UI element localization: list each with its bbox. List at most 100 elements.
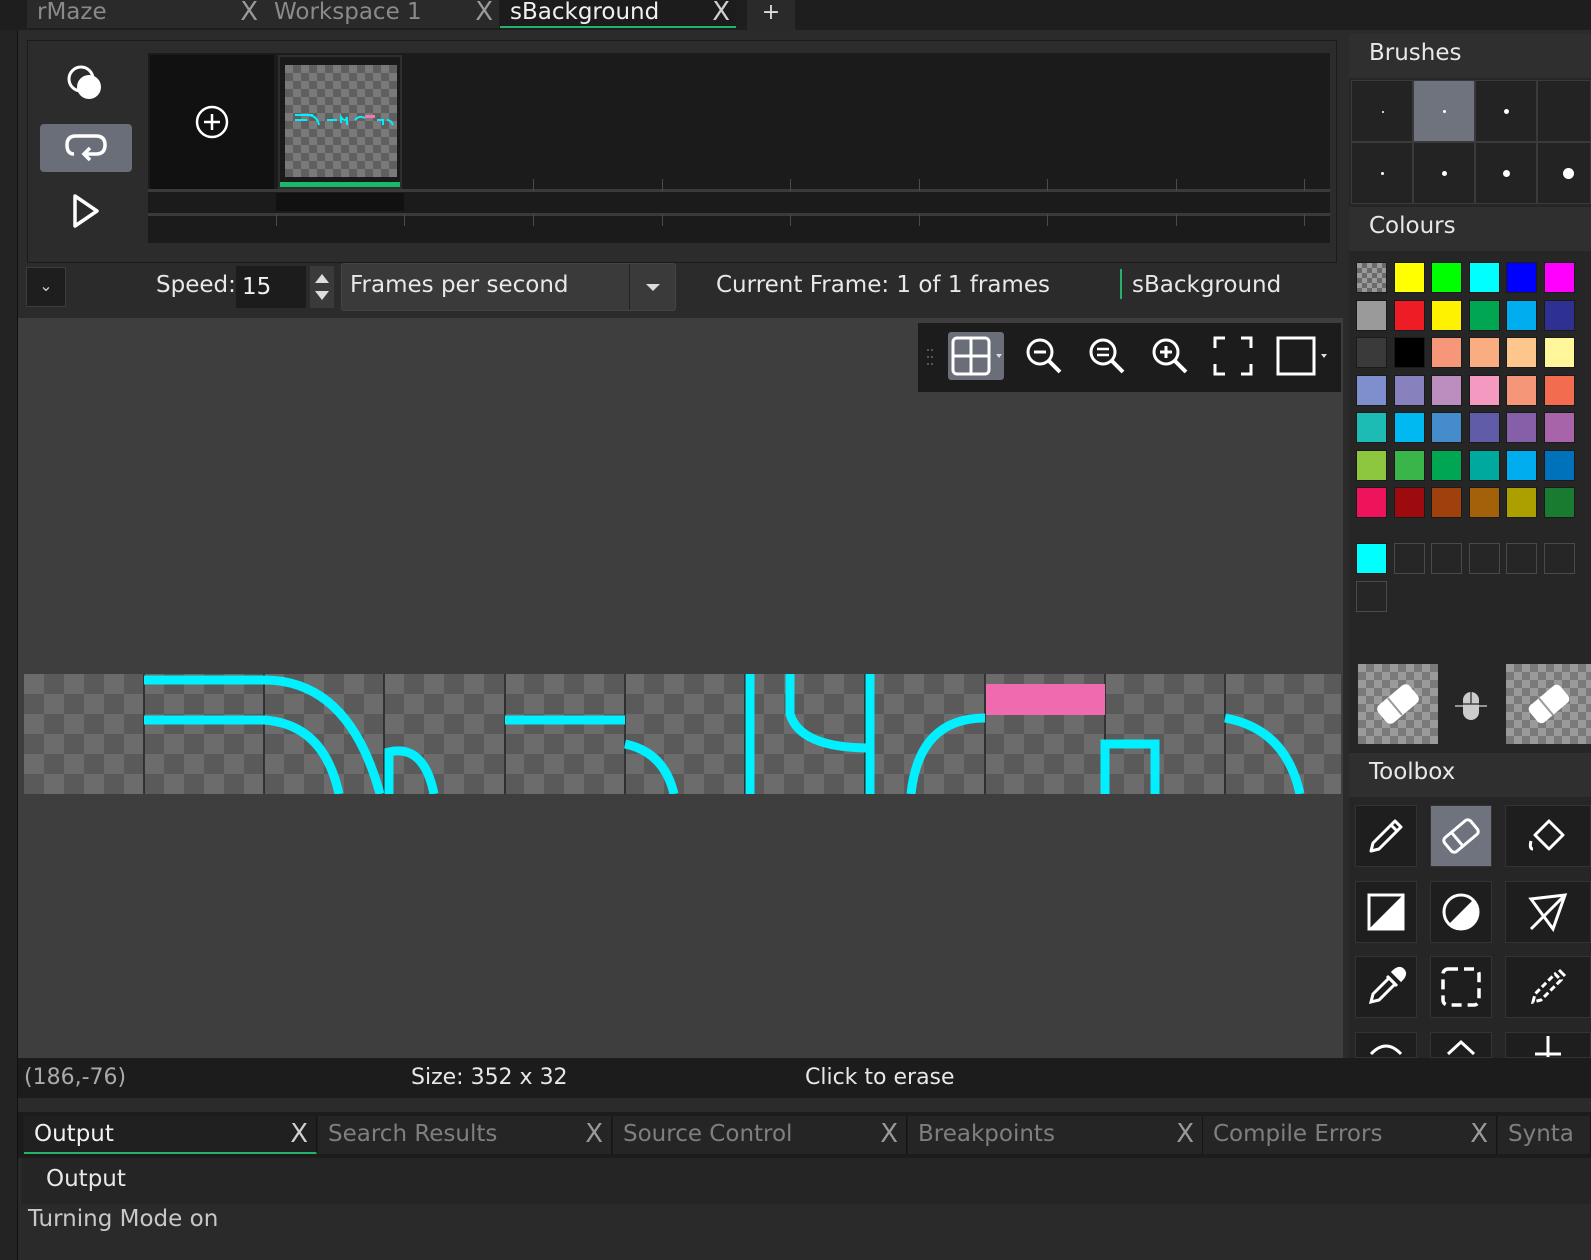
- colour-swatch[interactable]: [1356, 449, 1387, 481]
- colour-swatch[interactable]: [1468, 412, 1500, 443]
- colour-swatch[interactable]: [1431, 412, 1462, 443]
- speed-input[interactable]: 15: [236, 266, 306, 308]
- colour-swatch[interactable]: [1393, 262, 1425, 293]
- select-tool[interactable]: [1430, 956, 1492, 1018]
- eraser-tool[interactable]: [1430, 805, 1492, 867]
- colour-swatch[interactable]: [1431, 449, 1462, 481]
- drag-handle-icon[interactable]: [926, 347, 934, 367]
- add-tab-button[interactable]: +: [747, 0, 795, 30]
- colour-swatch[interactable]: [1356, 374, 1387, 406]
- brush-size-8[interactable]: [1537, 142, 1591, 204]
- grid-toggle-button[interactable]: [948, 332, 1004, 380]
- tab-workspace[interactable]: Workspace 1 X: [264, 0, 499, 28]
- colour-swatch[interactable]: [1431, 487, 1462, 518]
- collapse-frames-button[interactable]: ⌄: [26, 267, 66, 307]
- recent-colour-swatch[interactable]: [1506, 543, 1537, 574]
- recent-colour-swatch[interactable]: [1468, 543, 1500, 574]
- line-tool[interactable]: [1505, 881, 1591, 943]
- colour-swatch[interactable]: [1393, 374, 1425, 406]
- sprite-image[interactable]: [24, 674, 1341, 794]
- add-frame-button[interactable]: [150, 55, 274, 189]
- loop-button[interactable]: [40, 124, 132, 172]
- speed-stepper[interactable]: [310, 266, 334, 308]
- rectangle-tool[interactable]: [1355, 881, 1417, 943]
- brush-size-3[interactable]: [1475, 80, 1537, 142]
- close-icon[interactable]: X: [240, 0, 258, 25]
- recent-colour-swatch[interactable]: [1356, 581, 1387, 612]
- frame-thumbnail[interactable]: [278, 55, 402, 189]
- colour-picker-tool[interactable]: [1355, 956, 1417, 1018]
- background-colour-button[interactable]: [1273, 332, 1333, 380]
- colour-swatch[interactable]: [1506, 262, 1537, 293]
- colour-swatch[interactable]: [1356, 487, 1387, 518]
- play-button[interactable]: [40, 187, 132, 235]
- text-tool[interactable]: [1355, 1032, 1417, 1058]
- tab-compile-errors[interactable]: Compile Errors X: [1203, 1116, 1497, 1154]
- left-mouse-tool[interactable]: [1358, 664, 1438, 744]
- close-icon[interactable]: X: [290, 1116, 308, 1152]
- colour-swatch[interactable]: [1393, 299, 1425, 331]
- close-icon[interactable]: X: [1176, 1116, 1194, 1152]
- fill-tool[interactable]: [1505, 805, 1591, 867]
- transform-tool[interactable]: [1505, 1032, 1591, 1058]
- colour-swatch[interactable]: [1431, 337, 1462, 368]
- colour-swatch[interactable]: [1506, 449, 1537, 481]
- colour-swatch[interactable]: [1468, 449, 1500, 481]
- brush-size-6[interactable]: [1413, 142, 1475, 204]
- tab-sbackground[interactable]: sBackground X: [500, 0, 736, 28]
- colour-swatch[interactable]: [1431, 262, 1462, 293]
- ellipse-tool[interactable]: [1430, 881, 1492, 943]
- colour-swatch[interactable]: [1356, 337, 1387, 368]
- recent-colour-swatch[interactable]: [1431, 543, 1462, 574]
- close-icon[interactable]: X: [880, 1116, 898, 1152]
- zoom-in-button[interactable]: [1146, 332, 1194, 380]
- tab-breakpoints[interactable]: Breakpoints X: [908, 1116, 1203, 1154]
- colour-swatch[interactable]: [1393, 487, 1425, 518]
- colour-swatch[interactable]: [1543, 337, 1575, 368]
- brush-size-4[interactable]: [1537, 80, 1591, 142]
- tab-rmaze[interactable]: rMaze X: [27, 0, 264, 28]
- tab-output[interactable]: Output X: [24, 1116, 317, 1154]
- colour-swatch[interactable]: [1543, 487, 1575, 518]
- colour-swatch[interactable]: [1543, 299, 1575, 331]
- zoom-out-button[interactable]: [1020, 332, 1068, 380]
- recent-colour-swatch[interactable]: [1393, 543, 1425, 574]
- colour-swatch[interactable]: [1506, 374, 1537, 406]
- magic-pencil-tool[interactable]: [1505, 956, 1591, 1018]
- speed-unit-select[interactable]: Frames per second: [341, 263, 676, 311]
- colour-swatch[interactable]: [1543, 374, 1575, 406]
- image-canvas[interactable]: [18, 318, 1343, 1058]
- tab-search-results[interactable]: Search Results X: [318, 1116, 612, 1154]
- close-icon[interactable]: X: [712, 0, 730, 25]
- brush-size-7[interactable]: [1475, 142, 1537, 204]
- colour-swatch[interactable]: [1356, 299, 1387, 331]
- colour-swatch[interactable]: [1468, 299, 1500, 331]
- colour-swatch[interactable]: [1356, 412, 1387, 443]
- brush-size-1[interactable]: [1351, 80, 1413, 142]
- colour-swatch[interactable]: [1543, 412, 1575, 443]
- onion-skin-button[interactable]: [40, 59, 132, 107]
- recent-colour-swatch[interactable]: [1356, 543, 1387, 574]
- colour-swatch[interactable]: [1543, 262, 1575, 293]
- tab-source-control[interactable]: Source Control X: [613, 1116, 907, 1154]
- colour-swatch[interactable]: [1393, 449, 1425, 481]
- colour-swatch[interactable]: [1543, 449, 1575, 481]
- colour-swatch[interactable]: [1431, 299, 1462, 331]
- tab-syntax-errors[interactable]: Synta: [1498, 1116, 1591, 1154]
- right-mouse-tool[interactable]: [1506, 664, 1591, 744]
- brush-size-2[interactable]: [1413, 80, 1475, 142]
- colour-swatch[interactable]: [1506, 337, 1537, 368]
- colour-swatch[interactable]: [1393, 337, 1425, 368]
- colour-swatch[interactable]: [1431, 374, 1462, 406]
- colour-swatch[interactable]: [1468, 337, 1500, 368]
- colour-swatch[interactable]: [1468, 487, 1500, 518]
- move-tool[interactable]: [1430, 1032, 1492, 1058]
- fit-to-window-button[interactable]: [1209, 332, 1257, 380]
- close-icon[interactable]: X: [1470, 1116, 1488, 1152]
- colour-swatch[interactable]: [1356, 262, 1387, 293]
- close-icon[interactable]: X: [475, 0, 493, 25]
- colour-swatch[interactable]: [1468, 374, 1500, 406]
- colour-swatch[interactable]: [1393, 412, 1425, 443]
- colour-swatch[interactable]: [1468, 262, 1500, 293]
- recent-colour-swatch[interactable]: [1543, 543, 1575, 574]
